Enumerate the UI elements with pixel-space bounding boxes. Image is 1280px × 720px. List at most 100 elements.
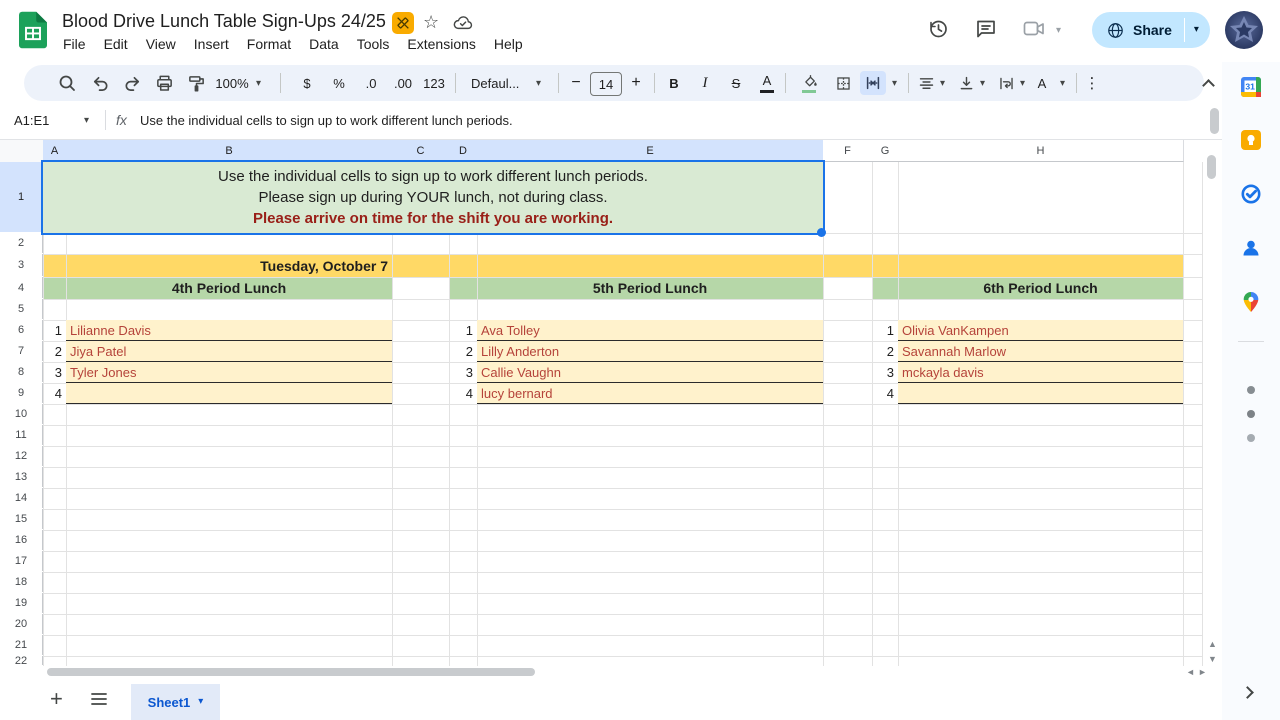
calendar-icon[interactable]: 31 xyxy=(1239,75,1263,99)
slot-number-cell[interactable]: 3 xyxy=(449,362,477,383)
format-percent-button[interactable]: % xyxy=(328,65,350,101)
slot-number-cell[interactable]: 1 xyxy=(449,320,477,341)
row-header-1[interactable]: 1 xyxy=(0,162,43,232)
horizontal-align-icon[interactable] xyxy=(914,65,938,101)
avatar[interactable] xyxy=(1225,11,1263,49)
row-header-15[interactable]: 15 xyxy=(0,509,43,529)
row-header-3[interactable]: 3 xyxy=(0,254,43,276)
tasks-icon[interactable] xyxy=(1239,182,1263,206)
text-rotation-icon[interactable]: A xyxy=(1032,65,1052,101)
row-header-7[interactable]: 7 xyxy=(0,341,43,361)
row-header-22[interactable]: 22 xyxy=(0,655,43,666)
maps-icon[interactable] xyxy=(1239,290,1263,314)
document-title[interactable]: Blood Drive Lunch Table Sign-Ups 24/25 xyxy=(62,11,386,32)
menu-file[interactable]: File xyxy=(54,33,95,55)
undo-icon[interactable] xyxy=(88,65,112,101)
signup-name-cell[interactable]: Lilly Anderton xyxy=(477,341,823,362)
menu-help[interactable]: Help xyxy=(485,33,532,55)
slot-number-cell[interactable]: 1 xyxy=(872,320,898,341)
select-all-corner[interactable] xyxy=(0,140,44,163)
cell-b3-date-banner[interactable]: Tuesday, October 7 xyxy=(66,255,388,277)
font-select[interactable]: Defaul... xyxy=(467,65,533,101)
merge-caret-icon[interactable]: ▾ xyxy=(892,79,897,89)
keep-icon[interactable] xyxy=(1239,128,1263,152)
row-header-12[interactable]: 12 xyxy=(0,446,43,466)
text-rotation-caret-icon[interactable]: ▾ xyxy=(1060,79,1065,89)
scroll-right-icon[interactable]: ► xyxy=(1198,668,1207,677)
scroll-up-icon[interactable]: ▲ xyxy=(1208,640,1217,649)
signup-name-cell[interactable]: Tyler Jones xyxy=(66,362,392,383)
column-header-d[interactable]: D xyxy=(449,140,478,162)
paint-format-icon[interactable] xyxy=(184,65,208,101)
text-wrap-icon[interactable] xyxy=(994,65,1018,101)
menu-tools[interactable]: Tools xyxy=(348,33,399,55)
contacts-icon[interactable] xyxy=(1239,236,1263,260)
vertical-scrollbar[interactable]: ▲ ▼ xyxy=(1203,140,1222,666)
number-format-button[interactable]: 123 xyxy=(420,65,448,101)
slot-number-cell[interactable]: 3 xyxy=(43,362,66,383)
name-box-caret-icon[interactable]: ▾ xyxy=(84,116,89,126)
column-header-a[interactable]: A xyxy=(43,140,67,162)
sheets-logo-icon[interactable] xyxy=(19,11,47,49)
signup-name-cell[interactable]: lucy bernard xyxy=(477,383,823,404)
version-history-icon[interactable] xyxy=(926,17,950,41)
bold-button[interactable]: B xyxy=(664,65,684,101)
signup-name-cell[interactable]: Ava Tolley xyxy=(477,320,823,341)
column-header-h[interactable]: H xyxy=(898,140,1184,162)
sheet-tab-caret-icon[interactable]: ▾ xyxy=(198,697,203,707)
horizontal-scrollbar-thumb[interactable] xyxy=(47,668,535,676)
scroll-left-icon[interactable]: ◄ xyxy=(1186,668,1195,677)
expand-side-panel-icon[interactable] xyxy=(1241,684,1254,702)
row-header-11[interactable]: 11 xyxy=(0,425,43,445)
video-call-caret-icon[interactable]: ▾ xyxy=(1056,26,1061,36)
more-toolbar-icon[interactable]: ⋮ xyxy=(1082,65,1102,101)
spreadsheet-grid[interactable]: ABCDEFGH 1 2 3 4 5 6 7 8 9 10 11 12 13 14 15 16 17 18 19 20… xyxy=(0,140,1203,666)
name-box[interactable]: A1:E1 xyxy=(14,102,49,138)
column-header-g[interactable]: G xyxy=(872,140,899,162)
row-header-21[interactable]: 21 xyxy=(0,635,43,655)
add-sheet-button[interactable]: + xyxy=(50,686,63,712)
decrease-decimal-button[interactable]: .0 xyxy=(360,65,382,101)
text-wrap-caret-icon[interactable]: ▾ xyxy=(1020,79,1025,89)
slot-number-cell[interactable]: 2 xyxy=(449,341,477,362)
search-icon[interactable] xyxy=(55,65,79,101)
strikethrough-button[interactable]: S xyxy=(726,65,746,101)
signup-name-cell[interactable]: mckayla davis xyxy=(898,362,1183,383)
share-caret-icon[interactable]: ▾ xyxy=(1194,25,1199,35)
slot-number-cell[interactable]: 4 xyxy=(43,383,66,404)
cloud-status-icon[interactable] xyxy=(452,14,474,32)
menu-format[interactable]: Format xyxy=(238,33,300,55)
row-header-19[interactable]: 19 xyxy=(0,593,43,613)
increase-font-size-button[interactable]: + xyxy=(626,65,646,101)
horizontal-scrollbar[interactable]: ◄ ► xyxy=(0,666,1222,678)
cell-h4-section-title[interactable]: 6th Period Lunch xyxy=(898,277,1183,298)
zoom-select[interactable]: 100% xyxy=(212,65,252,101)
row-header-14[interactable]: 14 xyxy=(0,488,43,508)
horizontal-align-caret-icon[interactable]: ▾ xyxy=(940,79,945,89)
menu-insert[interactable]: Insert xyxy=(185,33,238,55)
slot-number-cell[interactable]: 1 xyxy=(43,320,66,341)
comment-icon[interactable] xyxy=(974,17,998,41)
slot-number-cell[interactable]: 2 xyxy=(872,341,898,362)
format-currency-button[interactable]: $ xyxy=(296,65,318,101)
cell-b4-section-title[interactable]: 4th Period Lunch xyxy=(66,277,392,298)
collapse-toolbar-icon[interactable] xyxy=(1196,65,1220,101)
redo-icon[interactable] xyxy=(120,65,144,101)
row-header-17[interactable]: 17 xyxy=(0,551,43,571)
slot-number-cell[interactable]: 3 xyxy=(872,362,898,383)
signup-name-cell[interactable]: Lilianne Davis xyxy=(66,320,392,341)
menu-data[interactable]: Data xyxy=(300,33,348,55)
borders-icon[interactable] xyxy=(831,65,855,101)
signup-name-cell[interactable] xyxy=(898,383,1183,404)
vertical-scrollbar-thumb[interactable] xyxy=(1207,155,1216,179)
increase-decimal-button[interactable]: .00 xyxy=(390,65,416,101)
menu-edit[interactable]: Edit xyxy=(95,33,137,55)
row-header-20[interactable]: 20 xyxy=(0,614,43,634)
slot-number-cell[interactable]: 4 xyxy=(449,383,477,404)
row-header-8[interactable]: 8 xyxy=(0,362,43,382)
fill-color-icon[interactable] xyxy=(798,63,822,99)
decrease-font-size-button[interactable]: − xyxy=(566,65,586,101)
formula-bar-scrollbar[interactable] xyxy=(1210,108,1219,134)
signup-name-cell[interactable]: Olivia VanKampen xyxy=(898,320,1183,341)
cell-e4-section-title[interactable]: 5th Period Lunch xyxy=(477,277,823,298)
